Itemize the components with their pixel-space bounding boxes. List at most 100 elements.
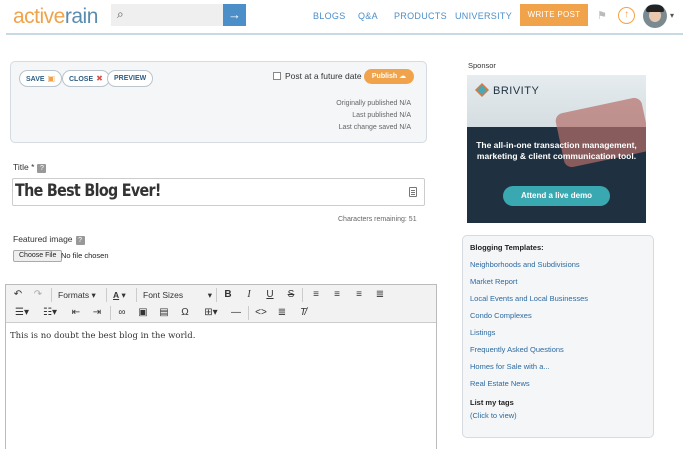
search-submit-button[interactable]: → [223, 4, 246, 26]
last-published: Last published N/A [352, 112, 411, 119]
nav-university[interactable]: UNIVERSITY [455, 11, 512, 21]
flag-icon[interactable]: ⚑ [597, 9, 607, 22]
italic-icon[interactable]: I [241, 287, 257, 303]
underline-icon[interactable]: U [262, 287, 278, 303]
title-value: The Best Blog Ever! [15, 181, 161, 201]
ad-brand: BRIVITY [475, 83, 539, 97]
redo-icon[interactable]: ↷ [30, 287, 46, 303]
help-icon[interactable]: ? [75, 236, 85, 245]
form-autofill-icon[interactable] [409, 187, 417, 197]
featured-image-label: Featured image? [13, 234, 85, 245]
logo-rain-text: rain [64, 5, 99, 28]
top-navigation-bar: activerain ⌕ → BLOGS Q&A PRODUCTS UNIVER… [0, 0, 688, 33]
my-tags-heading: List my tags [470, 398, 514, 407]
text-color-dropdown[interactable]: A ▾ [113, 287, 126, 303]
search-input[interactable]: ⌕ [111, 4, 223, 26]
chevron-down-icon[interactable]: ▾ [670, 11, 674, 20]
write-post-button[interactable]: WRITE POST [520, 4, 588, 26]
editor-toolbar: ↶ ↷ Formats ▾ A ▾ Font Sizes ▾ B I U S ≡ … [6, 285, 436, 323]
header-divider [6, 33, 683, 35]
template-link[interactable]: Market Report [470, 277, 518, 286]
future-date-checkbox[interactable]: Post at a future date [273, 71, 362, 81]
activerain-logo[interactable]: activerain [13, 5, 98, 29]
image-icon[interactable]: ▣ [135, 305, 151, 321]
file-status: No file chosen [61, 251, 109, 260]
nav-blogs[interactable]: BLOGS [313, 11, 346, 21]
template-link[interactable]: Local Events and Local Businesses [470, 294, 588, 303]
title-label-text: Title * [13, 162, 35, 172]
title-label: Title *? [13, 162, 47, 173]
close-label: CLOSE [69, 76, 94, 83]
avatar[interactable] [643, 4, 667, 28]
originally-published: Originally published N/A [336, 100, 411, 107]
align-center-icon[interactable]: ≡ [329, 287, 345, 303]
arrow-up-icon[interactable]: ↑ [618, 7, 635, 24]
align-left-icon[interactable]: ≡ [308, 287, 324, 303]
format-painter-icon[interactable]: ≣ [274, 305, 290, 321]
nav-qa[interactable]: Q&A [358, 11, 378, 21]
rich-text-editor[interactable]: ↶ ↷ Formats ▾ A ▾ Font Sizes ▾ B I U S ≡ … [5, 284, 437, 449]
publish-label: Publish [371, 73, 398, 80]
horizontal-line-icon[interactable]: — [228, 305, 244, 321]
special-character-icon[interactable]: Ω [177, 305, 193, 321]
my-tags-link[interactable]: (Click to view) [470, 411, 517, 420]
font-sizes-dropdown[interactable]: Font Sizes ▾ [143, 287, 215, 303]
title-input[interactable]: The Best Blog Ever! [12, 178, 425, 206]
characters-remaining: Characters remaining: 51 [338, 216, 417, 223]
sponsor-label: Sponsor [468, 61, 496, 70]
close-icon: ✖ [96, 74, 103, 83]
ad-brand-name: BRIVITY [493, 85, 540, 97]
help-icon[interactable]: ? [37, 164, 47, 173]
save-icon: ▣ [47, 74, 56, 83]
chevron-down-icon: ▾ [207, 290, 212, 300]
formats-dropdown[interactable]: Formats ▾ [58, 287, 96, 303]
template-link[interactable]: Neighborhoods and Subdivisions [470, 260, 580, 269]
logo-active-text: active [13, 5, 65, 28]
table-icon[interactable]: ⊞▾ [199, 305, 223, 321]
future-date-label: Post at a future date [285, 71, 362, 81]
blogging-templates-panel: Blogging Templates: Neighborhoods and Su… [462, 235, 654, 438]
featured-image-label-text: Featured image [13, 234, 73, 244]
template-link[interactable]: Condo Complexes [470, 311, 532, 320]
indent-icon[interactable]: ⇥ [89, 305, 105, 321]
save-label: SAVE [26, 76, 45, 83]
bold-icon[interactable]: B [220, 287, 236, 303]
align-right-icon[interactable]: ≡ [351, 287, 367, 303]
text-color-icon: A [113, 290, 120, 300]
arrow-right-icon: → [228, 7, 241, 22]
sponsor-advertisement[interactable]: BRIVITY The all-in-one transaction manag… [467, 75, 646, 223]
source-code-icon[interactable]: <> [253, 305, 269, 321]
ad-cta-button[interactable]: Attend a live demo [503, 186, 610, 206]
post-actions-panel: SAVE ▣ CLOSE ✖ PREVIEW Post at a future da… [10, 61, 427, 143]
numbered-list-icon[interactable]: ☷▾ [38, 305, 62, 321]
media-icon[interactable]: ▤ [156, 305, 172, 321]
template-link[interactable]: Homes for Sale with a... [470, 362, 550, 371]
publish-button[interactable]: Publish ☁ [364, 69, 414, 84]
chevron-down-icon: ▾ [121, 290, 126, 300]
chevron-down-icon: ▾ [91, 290, 96, 300]
preview-button[interactable]: PREVIEW [107, 70, 154, 87]
templates-heading: Blogging Templates: [470, 243, 544, 252]
nav-products[interactable]: PRODUCTS [394, 11, 447, 21]
ad-tagline: The all-in-one transaction management, m… [476, 140, 637, 161]
undo-icon[interactable]: ↶ [10, 287, 26, 303]
template-link[interactable]: Real Estate News [470, 379, 530, 388]
last-change-saved: Last change saved N/A [338, 124, 411, 131]
choose-file-button[interactable]: Choose File [13, 250, 63, 262]
template-link[interactable]: Frequently Asked Questions [470, 345, 564, 354]
editor-body-text[interactable]: This is no doubt the best blog in the wo… [10, 331, 195, 341]
cloud-upload-icon: ☁ [399, 73, 407, 80]
brivity-logo-icon [475, 83, 489, 97]
bullet-list-icon[interactable]: ☰▾ [10, 305, 34, 321]
checkbox[interactable] [273, 72, 281, 80]
search-icon: ⌕ [117, 7, 124, 21]
link-icon[interactable]: ∞ [114, 305, 130, 321]
clear-formatting-icon[interactable]: T̸ [295, 305, 311, 321]
outdent-icon[interactable]: ⇤ [68, 305, 84, 321]
align-justify-icon[interactable]: ≣ [372, 287, 388, 303]
close-button[interactable]: CLOSE ✖ [62, 70, 110, 87]
save-button[interactable]: SAVE ▣ [19, 70, 63, 87]
template-link[interactable]: Listings [470, 328, 495, 337]
strikethrough-icon[interactable]: S [283, 287, 299, 303]
formats-label: Formats [58, 290, 90, 300]
